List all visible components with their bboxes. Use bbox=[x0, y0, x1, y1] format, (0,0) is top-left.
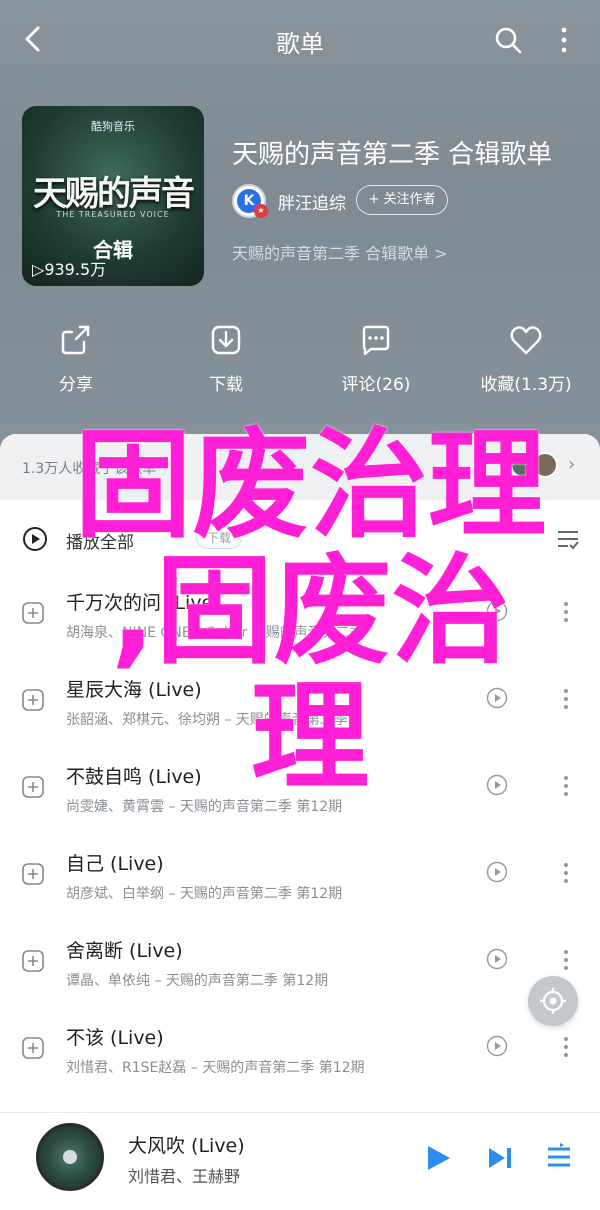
download-button[interactable]: 下载 bbox=[156, 322, 296, 395]
play-count-icon: ▷ bbox=[32, 260, 45, 279]
verified-badge-icon: ★ bbox=[254, 204, 268, 218]
search-icon[interactable] bbox=[492, 24, 524, 56]
favorited-by-text: 1.3万人收藏了该歌单 bbox=[22, 461, 157, 477]
action-bar: 分享 下载 评论(26) 收藏(1.3万) bbox=[0, 322, 600, 402]
song-row[interactable]: 星辰大海 (Live) 张韶涵、郑棋元、徐均朔 – 天赐的声音第二季 bbox=[0, 661, 600, 747]
mv-play-icon[interactable] bbox=[486, 948, 508, 970]
song-title: 不该 (Live) bbox=[66, 1027, 164, 1049]
more-options-icon[interactable] bbox=[558, 600, 574, 624]
cover-logo-text: 天赐的声音 bbox=[33, 174, 195, 214]
comment-button[interactable]: 评论(26) bbox=[306, 322, 446, 395]
add-square-icon[interactable] bbox=[22, 950, 44, 972]
multi-select-icon[interactable] bbox=[556, 528, 580, 550]
now-playing-cover[interactable] bbox=[36, 1123, 104, 1191]
author-avatar[interactable]: K ★ bbox=[232, 184, 268, 218]
play-count: ▷939.5万 bbox=[32, 260, 107, 279]
song-meta: 胡彦斌、白举纲 – 天赐的声音第二季 第12期 bbox=[66, 886, 343, 902]
favorited-by-bar[interactable]: 1.3万人收藏了该歌单 › bbox=[0, 434, 600, 500]
add-square-icon[interactable] bbox=[22, 776, 44, 798]
add-square-icon[interactable] bbox=[22, 863, 44, 885]
more-options-icon[interactable] bbox=[558, 861, 574, 885]
chevron-right-icon: › bbox=[568, 454, 576, 475]
song-title: 自己 (Live) bbox=[66, 853, 164, 875]
follow-author-button[interactable]: + 关注作者 bbox=[356, 185, 448, 215]
cover-subtitle: THE TREASURED VOICE bbox=[56, 210, 170, 219]
add-square-icon[interactable] bbox=[22, 602, 44, 624]
more-options-icon[interactable] bbox=[558, 687, 574, 711]
song-meta: 张韶涵、郑棋元、徐均朔 – 天赐的声音第二季 bbox=[66, 712, 348, 728]
playlist-description[interactable]: 天赐的声音第二季 合辑歌单 > bbox=[232, 240, 448, 264]
next-track-icon[interactable] bbox=[486, 1145, 514, 1171]
heart-icon bbox=[510, 326, 542, 355]
song-meta: 尚雯婕、黄霄雲 – 天赐的声音第二季 第12期 bbox=[66, 799, 343, 815]
song-title: 不鼓自鸣 (Live) bbox=[66, 766, 202, 788]
mini-player[interactable]: 大风吹 (Live) 刘惜君、王赫野 bbox=[0, 1112, 600, 1210]
author-name[interactable]: 胖汪追综 bbox=[278, 189, 346, 214]
song-meta: 刘惜君、R1SE赵磊 – 天赐的声音第二季 第12期 bbox=[66, 1060, 365, 1076]
song-title: 舍离断 (Live) bbox=[66, 940, 183, 962]
song-list-sheet: 1.3万人收藏了该歌单 › 播放全部 下载 千万次的问 (Live) 胡海泉、N… bbox=[0, 434, 600, 1114]
add-square-icon[interactable] bbox=[22, 689, 44, 711]
share-label: 分享 bbox=[59, 375, 93, 395]
song-row[interactable]: 舍离断 (Live) 谭晶、单依纯 – 天赐的声音第二季 第12期 bbox=[0, 922, 600, 1008]
play-circle-icon[interactable] bbox=[22, 526, 48, 552]
song-row[interactable]: 不鼓自鸣 (Live) 尚雯婕、黄霄雲 – 天赐的声音第二季 第12期 bbox=[0, 748, 600, 834]
mv-play-icon[interactable] bbox=[486, 600, 508, 622]
locate-current-song-button[interactable] bbox=[528, 976, 578, 1026]
play-all-row: 播放全部 下载 bbox=[0, 504, 600, 574]
avatar bbox=[532, 452, 558, 478]
more-options-icon[interactable] bbox=[558, 774, 574, 798]
song-title: 星辰大海 (Live) bbox=[66, 679, 202, 701]
share-icon bbox=[61, 325, 90, 355]
playlist-queue-icon[interactable] bbox=[546, 1143, 572, 1171]
download-icon bbox=[211, 325, 241, 355]
favoriter-avatars bbox=[510, 452, 560, 480]
more-vertical-icon[interactable] bbox=[552, 22, 576, 58]
favorite-label: 收藏(1.3万) bbox=[480, 375, 572, 395]
song-row[interactable]: 不该 (Live) 刘惜君、R1SE赵磊 – 天赐的声音第二季 第12期 bbox=[0, 1009, 600, 1095]
now-playing-artist: 刘惜君、王赫野 bbox=[128, 1167, 241, 1186]
playlist-cover[interactable]: 酷狗音乐 天赐的声音 THE TREASURED VOICE 合辑 ▷939.5… bbox=[22, 106, 204, 286]
song-row[interactable]: 千万次的问 (Live) 胡海泉、NINE ONE – Sober 天赐的声音第… bbox=[0, 574, 600, 660]
mv-play-icon[interactable] bbox=[486, 774, 508, 796]
song-meta: 胡海泉、NINE ONE – Sober 天赐的声音第二季 bbox=[66, 625, 364, 641]
download-label: 下载 bbox=[209, 375, 243, 395]
add-square-icon[interactable] bbox=[22, 1037, 44, 1059]
song-row[interactable]: 自己 (Live) 胡彦斌、白举纲 – 天赐的声音第二季 第12期 bbox=[0, 835, 600, 921]
mv-play-icon[interactable] bbox=[486, 1035, 508, 1057]
top-bar: 歌单 bbox=[0, 0, 600, 80]
comment-label: 评论(26) bbox=[341, 375, 411, 395]
comment-icon bbox=[362, 325, 390, 356]
more-options-icon[interactable] bbox=[558, 948, 574, 972]
mv-play-icon[interactable] bbox=[486, 687, 508, 709]
play-all-label[interactable]: 播放全部 bbox=[66, 528, 134, 553]
song-meta: 谭晶、单依纯 – 天赐的声音第二季 第12期 bbox=[66, 973, 329, 989]
song-title: 千万次的问 (Live) bbox=[66, 592, 221, 614]
target-icon bbox=[540, 988, 566, 1014]
favorite-button[interactable]: 收藏(1.3万) bbox=[456, 322, 596, 395]
download-all-button[interactable]: 下载 bbox=[196, 526, 243, 549]
now-playing-title: 大风吹 (Live) bbox=[128, 1135, 245, 1157]
play-icon[interactable] bbox=[424, 1143, 452, 1173]
more-options-icon[interactable] bbox=[558, 1035, 574, 1059]
mv-play-icon[interactable] bbox=[486, 861, 508, 883]
cover-brand: 酷狗音乐 bbox=[91, 120, 135, 133]
playlist-title: 天赐的声音第二季 合辑歌单 bbox=[232, 140, 553, 170]
share-button[interactable]: 分享 bbox=[6, 322, 146, 395]
